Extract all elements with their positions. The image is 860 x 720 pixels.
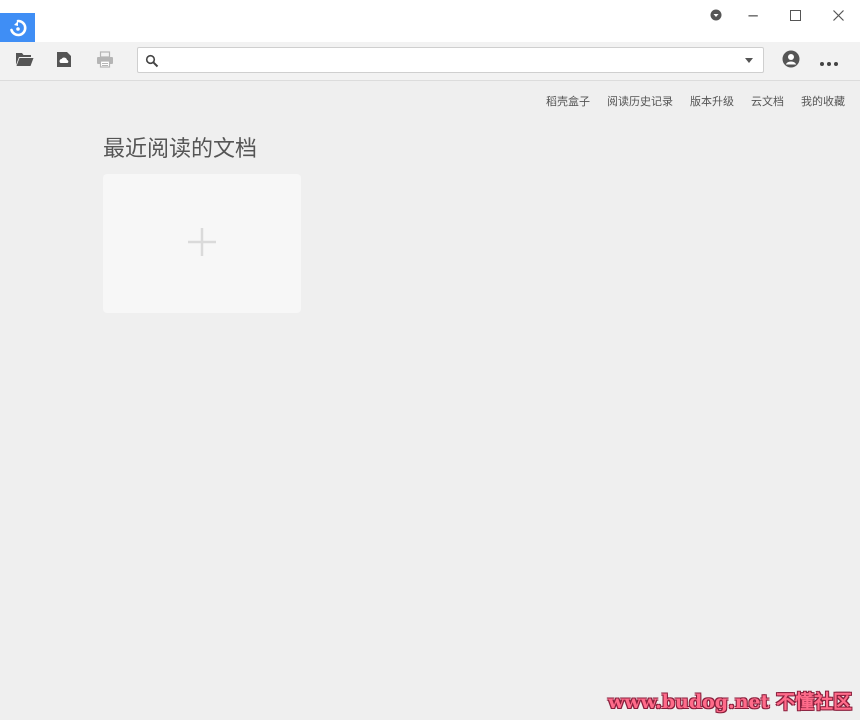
- nav-reading-history[interactable]: 阅读历史记录: [607, 93, 673, 109]
- account-button[interactable]: [780, 50, 802, 72]
- minimize-button[interactable]: ─: [733, 4, 773, 28]
- add-document-card[interactable]: [103, 174, 301, 313]
- nav-version-upgrade[interactable]: 版本升级: [690, 93, 734, 109]
- print-icon: [96, 50, 114, 72]
- page-title: 最近阅读的文档: [103, 137, 258, 162]
- nav-cloud-docs[interactable]: 云文档: [751, 93, 784, 109]
- open-folder-icon: [15, 51, 34, 71]
- search-input[interactable]: [164, 50, 734, 70]
- title-bar: ─: [0, 0, 860, 42]
- nav-my-favorites[interactable]: 我的收藏: [801, 93, 845, 109]
- nav-docer-box[interactable]: 稻壳盒子: [546, 93, 590, 109]
- watermark: www.budog.net 不懂社区: [607, 691, 852, 713]
- print-button[interactable]: [94, 50, 116, 72]
- settings-button[interactable]: [696, 4, 736, 28]
- app-logo-icon[interactable]: [0, 13, 35, 42]
- save-cloud-icon: [56, 51, 72, 72]
- more-icon: [819, 52, 839, 71]
- open-folder-button[interactable]: [13, 50, 35, 72]
- settings-dot-icon: [710, 7, 722, 25]
- close-icon: [832, 7, 844, 25]
- plus-icon: [187, 227, 217, 261]
- close-button[interactable]: [818, 4, 858, 28]
- search-box[interactable]: [137, 47, 764, 73]
- search-icon: [145, 53, 159, 68]
- more-button[interactable]: [818, 50, 840, 72]
- maximize-button[interactable]: [775, 4, 815, 28]
- minimize-icon: ─: [748, 7, 758, 25]
- chevron-down-icon[interactable]: [745, 58, 753, 63]
- maximize-icon: [789, 7, 801, 25]
- save-cloud-button[interactable]: [53, 50, 75, 72]
- account-icon: [782, 50, 800, 72]
- toolbar: [0, 42, 860, 81]
- top-nav: 稻壳盒子 阅读历史记录 版本升级 云文档 我的收藏: [546, 93, 845, 109]
